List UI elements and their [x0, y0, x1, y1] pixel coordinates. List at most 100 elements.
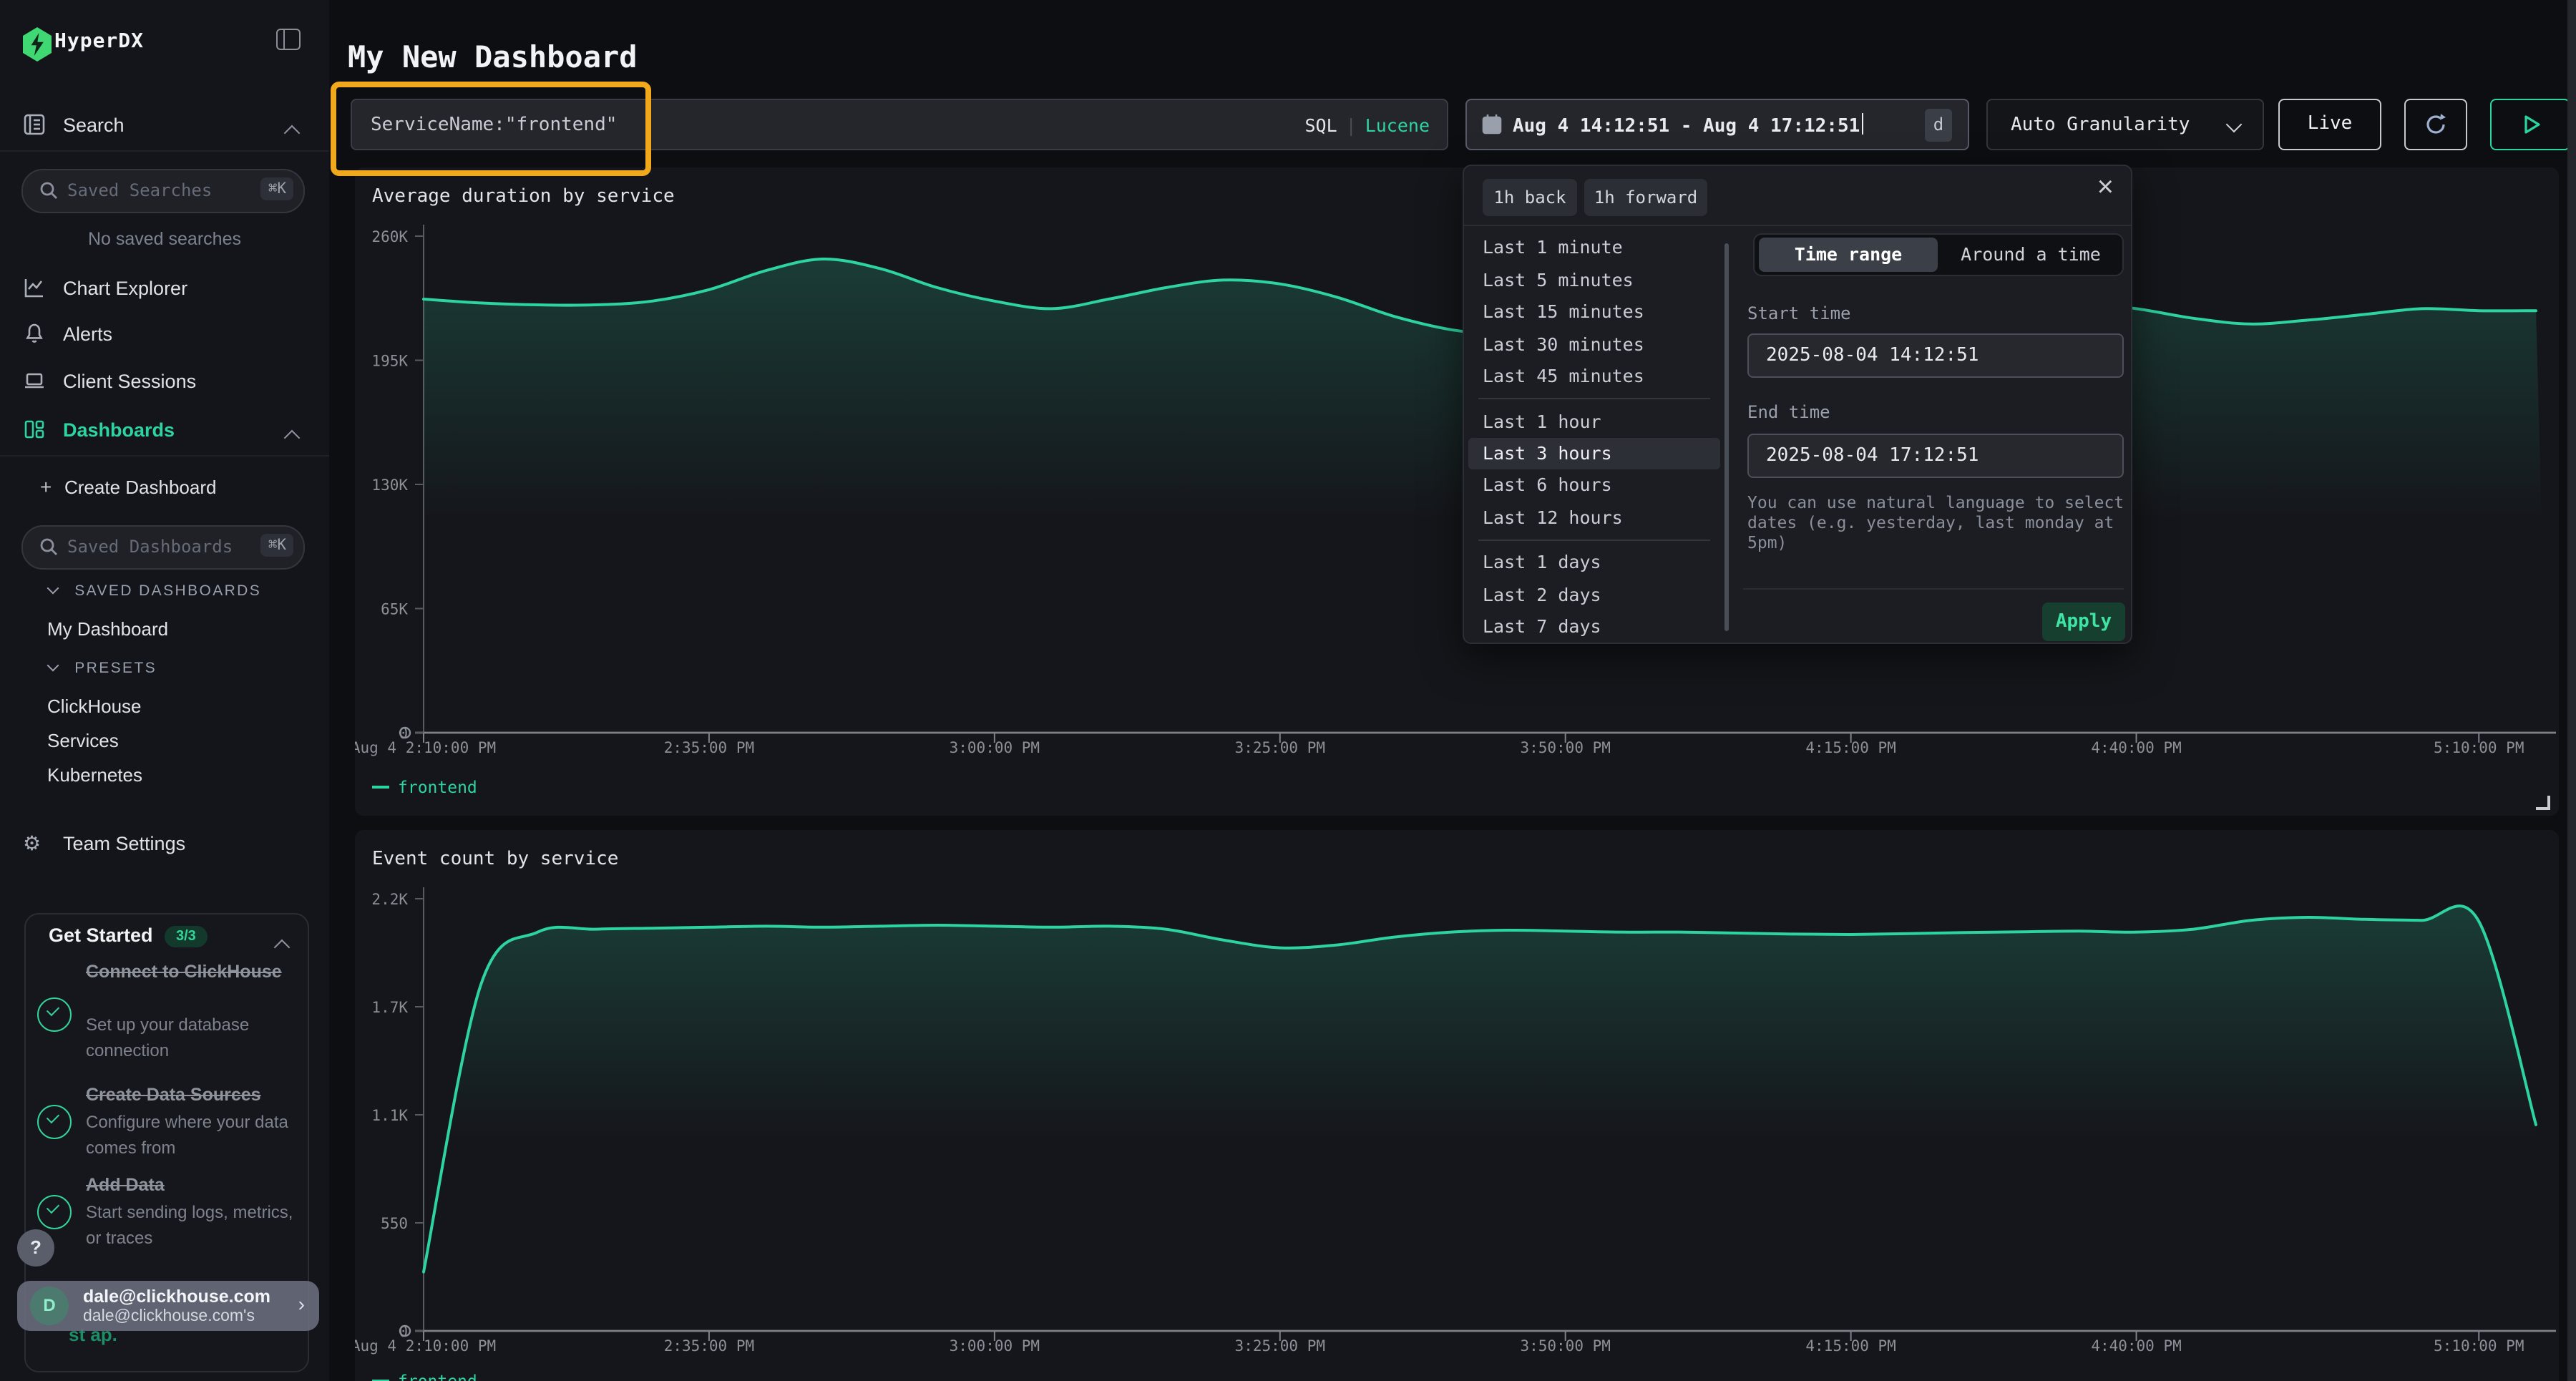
event-count-chart: 05501.1K1.7K2.2KAug 4 2:10:00 PM2:35:00 … [355, 830, 2559, 1371]
page-scrollbar[interactable] [2567, 0, 2576, 1381]
time-range-input[interactable]: Aug 4 14:12:51 - Aug 4 17:12:51 d [1465, 99, 1969, 150]
avatar: D [30, 1287, 69, 1325]
preset-link-clickhouse[interactable]: ClickHouse [47, 696, 142, 717]
section-saved-dashboards[interactable]: SAVED DASHBOARDS [49, 582, 261, 600]
sidebar-item-chart-explorer[interactable]: Chart Explorer [0, 270, 329, 308]
apply-button[interactable]: Apply [2042, 602, 2125, 641]
play-icon [2526, 117, 2539, 132]
get-started-item-title[interactable]: Create Data Sources [86, 1082, 301, 1108]
refresh-button[interactable] [2404, 99, 2467, 150]
time-option[interactable]: Last 45 minutes [1468, 361, 1720, 392]
start-time-label: Start time [1747, 303, 1851, 323]
svg-text:2.2K: 2.2K [371, 891, 408, 908]
time-option[interactable]: Last 6 hours [1468, 469, 1720, 501]
sidebar-item-label: Client Sessions [63, 371, 196, 392]
sidebar-item-team-settings[interactable]: ⚙ Team Settings [0, 826, 329, 863]
svg-text:3:50:00 PM: 3:50:00 PM [1520, 1337, 1610, 1355]
chevron-right-icon: › [298, 1292, 305, 1315]
end-time-label: End time [1747, 402, 1830, 422]
close-icon[interactable]: × [2097, 172, 2114, 205]
sql-toggle[interactable]: SQL [1304, 114, 1337, 136]
svg-text:260K: 260K [371, 228, 408, 245]
svg-text:2:35:00 PM: 2:35:00 PM [664, 1337, 754, 1355]
progress-badge: 3/3 [165, 926, 208, 947]
shift-back-button[interactable]: 1h back [1483, 179, 1577, 216]
chevron-down-icon [47, 582, 59, 595]
preset-link-services[interactable]: Services [47, 730, 119, 751]
time-option[interactable]: Last 1 minute [1468, 232, 1720, 263]
shift-forward-button[interactable]: 1h forward [1584, 179, 1707, 216]
svg-text:3:00:00 PM: 3:00:00 PM [950, 739, 1040, 756]
divider [1478, 398, 1710, 399]
help-button[interactable]: ? [17, 1229, 54, 1267]
sidebar-item-dashboards[interactable]: Dashboards [0, 412, 329, 449]
sidebar: HyperDX Search Saved Searches ⌘K No save… [0, 0, 331, 1381]
divider [0, 455, 329, 457]
chevron-up-icon[interactable] [284, 430, 301, 446]
live-button[interactable]: Live [2278, 99, 2381, 150]
saved-dashboards-placeholder: Saved Dashboards [67, 537, 233, 557]
sidebar-item-label: Dashboards [63, 419, 175, 441]
chevron-down-icon [47, 660, 59, 672]
svg-text:4:15:00 PM: 4:15:00 PM [1805, 1337, 1896, 1355]
chart-legend[interactable]: frontend [372, 777, 477, 797]
time-option[interactable]: Last 5 minutes [1468, 265, 1720, 296]
sidebar-item-client-sessions[interactable]: Client Sessions [0, 363, 329, 401]
query-input[interactable]: ServiceName:"frontend" SQL|Lucene [351, 99, 1448, 150]
sidebar-item-alerts[interactable]: Alerts [0, 316, 329, 353]
query-value: ServiceName:"frontend" [371, 114, 617, 136]
sidebar-item-search[interactable]: Search [0, 107, 329, 145]
chart-legend[interactable]: frontend [372, 1371, 477, 1381]
chevron-up-icon[interactable] [284, 125, 301, 142]
svg-text:550: 550 [381, 1215, 408, 1232]
get-started-item-title[interactable]: Connect to ClickHouse [86, 959, 301, 985]
section-presets[interactable]: PRESETS [49, 660, 157, 677]
resize-handle[interactable] [2536, 796, 2550, 810]
play-button[interactable] [2490, 99, 2570, 150]
lucene-toggle[interactable]: Lucene [1365, 114, 1430, 136]
get-started-title: Get Started [49, 924, 153, 946]
tab-time-range[interactable]: Time range [1759, 238, 1938, 272]
tab-around-a-time[interactable]: Around a time [1941, 238, 2121, 272]
time-option[interactable]: Last 1 hour [1468, 406, 1720, 438]
granularity-select[interactable]: Auto Granularity [1986, 99, 2264, 150]
divider [1743, 588, 2124, 590]
svg-text:Aug 4 2:10:00 PM: Aug 4 2:10:00 PM [355, 1337, 496, 1355]
time-option[interactable]: Last 12 hours [1468, 502, 1720, 534]
end-time-field[interactable]: 2025-08-04 17:12:51 [1747, 434, 2124, 478]
sidebar-item-label: Team Settings [63, 833, 185, 854]
svg-text:4:40:00 PM: 4:40:00 PM [2091, 739, 2181, 756]
saved-searches-placeholder: Saved Searches [67, 180, 212, 200]
duration-badge: d [1925, 109, 1952, 142]
time-option[interactable]: Last 2 days [1468, 580, 1720, 611]
time-option-selected[interactable]: Last 3 hours [1468, 438, 1720, 469]
svg-text:5:10:00 PM: 5:10:00 PM [2434, 739, 2524, 756]
time-option[interactable]: Last 14 days [1468, 638, 1720, 644]
svg-text:3:25:00 PM: 3:25:00 PM [1235, 739, 1325, 756]
time-picker-popup: 1h back 1h forward × Last 1 minute Last … [1463, 165, 2132, 644]
saved-searches-input[interactable]: Saved Searches ⌘K [21, 169, 305, 213]
svg-text:65K: 65K [381, 601, 408, 618]
preset-link-kubernetes[interactable]: Kubernetes [47, 764, 142, 786]
svg-text:1.1K: 1.1K [371, 1107, 408, 1124]
time-option[interactable]: Last 1 days [1468, 547, 1720, 578]
chevron-up-icon[interactable] [274, 940, 291, 956]
time-option[interactable]: Last 15 minutes [1468, 296, 1720, 328]
time-option[interactable]: Last 30 minutes [1468, 329, 1720, 361]
svg-text:1.7K: 1.7K [371, 999, 408, 1016]
collapse-sidebar-icon[interactable] [276, 29, 301, 50]
dashboards-icon [23, 418, 46, 441]
start-time-field[interactable]: 2025-08-04 14:12:51 [1747, 333, 2124, 378]
dashboard-link-my-dashboard[interactable]: My Dashboard [47, 618, 168, 640]
app-window: HyperDX Search Saved Searches ⌘K No save… [0, 0, 2576, 1381]
search-icon [39, 537, 59, 564]
saved-dashboards-input[interactable]: Saved Dashboards ⌘K [21, 525, 305, 570]
chart-panel-event-count[interactable]: Event count by service 05501.1K1.7K2.2KA… [355, 830, 2559, 1381]
search-icon [39, 180, 59, 208]
get-started-item-title[interactable]: Add Data [86, 1172, 301, 1198]
chart-panel-avg-duration[interactable]: Average duration by service 065K130K195K… [355, 167, 2559, 816]
user-menu[interactable]: D dale@clickhouse.com dale@clickhouse.co… [17, 1281, 319, 1331]
sidebar-item-label: Alerts [63, 323, 112, 345]
create-dashboard-button[interactable]: + Create Dashboard [0, 469, 329, 507]
scrollbar-thumb[interactable] [1724, 243, 1729, 631]
